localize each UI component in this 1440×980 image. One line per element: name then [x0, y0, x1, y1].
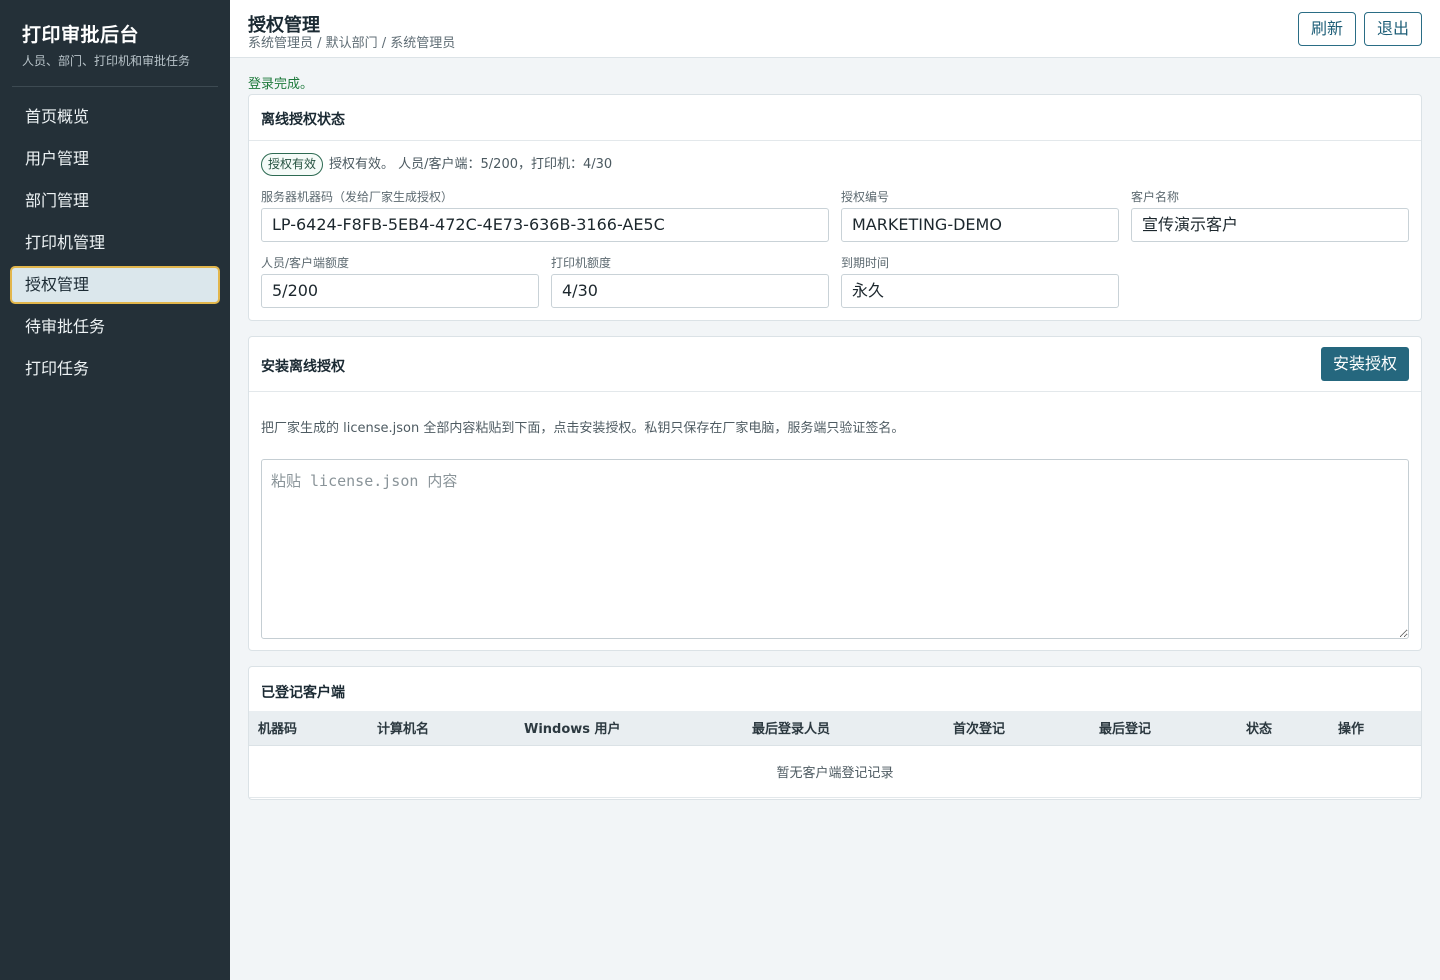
empty-state-text: 暂无客户端登记记录	[249, 745, 1421, 798]
sidebar-item-departments[interactable]: 部门管理	[10, 182, 220, 220]
table-row: 暂无客户端登记记录	[249, 745, 1421, 798]
card-title: 已登记客户端	[261, 685, 345, 701]
column-header[interactable]: 机器码	[249, 711, 368, 746]
customer-name-field[interactable]: 宣传演示客户	[1131, 208, 1409, 242]
table-header-row: 机器码 计算机名 Windows 用户 最后登录人员 首次登记 最后登记 状态 …	[249, 711, 1421, 746]
license-no-field[interactable]: MARKETING-DEMO	[841, 208, 1119, 242]
license-summary: 授权有效。 人员/客户端：5/200，打印机：4/30	[329, 157, 613, 172]
expiry-label: 到期时间	[841, 256, 890, 270]
sidebar-nav: 首页概览 用户管理 部门管理 打印机管理 授权管理 待审批任务 打印任务	[0, 87, 230, 388]
card-title: 离线授权状态	[261, 112, 345, 128]
sidebar-item-printers[interactable]: 打印机管理	[10, 224, 220, 262]
machine-code-field[interactable]: LP-6424-F8FB-5EB4-472C-4E73-636B-3166-AE…	[261, 208, 829, 242]
card-title: 安装离线授权	[261, 359, 345, 375]
card-header: 安装离线授权 安装授权	[249, 337, 1421, 392]
install-hint: 把厂家生成的 license.json 全部内容粘贴到下面，点击安装授权。私钥只…	[261, 421, 905, 436]
breadcrumb: 系统管理员 / 默认部门 / 系统管理员	[248, 36, 456, 51]
printer-quota-label: 打印机额度	[551, 256, 612, 270]
sidebar: 打印审批后台 人员、部门、打印机和审批任务 首页概览 用户管理 部门管理 打印机…	[0, 0, 230, 980]
license-json-input[interactable]	[261, 459, 1409, 639]
card-header: 离线授权状态	[249, 95, 1421, 141]
clients-table: 机器码 计算机名 Windows 用户 最后登录人员 首次登记 最后登记 状态 …	[249, 711, 1421, 798]
sidebar-item-overview[interactable]: 首页概览	[10, 98, 220, 136]
column-header[interactable]: Windows 用户	[515, 711, 743, 746]
registered-clients-card: 已登记客户端 机器码 计算机名 Windows 用户 最后登录人员 首次登记 最…	[248, 666, 1422, 800]
column-header[interactable]: 状态	[1237, 711, 1329, 746]
offline-license-status-card: 离线授权状态 授权有效 授权有效。 人员/客户端：5/200，打印机：4/30 服…	[248, 94, 1422, 321]
login-status-message: 登录完成。	[248, 77, 314, 92]
status-badge: 授权有效	[261, 153, 324, 176]
brand-subtitle: 人员、部门、打印机和审批任务	[22, 54, 191, 68]
install-license-button[interactable]: 安装授权	[1320, 347, 1409, 381]
client-quota-label: 人员/客户端额度	[261, 256, 350, 270]
brand: 打印审批后台 人员、部门、打印机和审批任务	[0, 0, 230, 86]
sidebar-item-print-jobs[interactable]: 打印任务	[10, 350, 220, 388]
printer-quota-field[interactable]: 4/30	[551, 274, 829, 308]
refresh-button[interactable]: 刷新	[1297, 12, 1356, 46]
brand-title: 打印审批后台	[22, 24, 140, 46]
license-no-label: 授权编号	[841, 190, 890, 204]
sidebar-item-license[interactable]: 授权管理	[10, 266, 220, 304]
expiry-field[interactable]: 永久	[841, 274, 1119, 308]
install-license-card: 安装离线授权 安装授权 把厂家生成的 license.json 全部内容粘贴到下…	[248, 336, 1422, 651]
machine-code-label: 服务器机器码（发给厂家生成授权）	[261, 190, 454, 204]
column-header[interactable]: 操作	[1329, 711, 1421, 746]
column-header[interactable]: 最后登记	[1090, 711, 1237, 746]
sidebar-item-users[interactable]: 用户管理	[10, 140, 220, 178]
column-header[interactable]: 首次登记	[944, 711, 1090, 746]
license-status-row: 授权有效 授权有效。 人员/客户端：5/200，打印机：4/30	[261, 153, 612, 177]
column-header[interactable]: 计算机名	[368, 711, 515, 746]
column-header[interactable]: 最后登录人员	[743, 711, 944, 746]
customer-name-label: 客户名称	[1131, 190, 1180, 204]
topbar: 授权管理 系统管理员 / 默认部门 / 系统管理员 刷新 退出	[230, 0, 1440, 58]
sidebar-item-pending-approvals[interactable]: 待审批任务	[10, 308, 220, 346]
client-quota-field[interactable]: 5/200	[261, 274, 539, 308]
logout-button[interactable]: 退出	[1363, 12, 1422, 46]
